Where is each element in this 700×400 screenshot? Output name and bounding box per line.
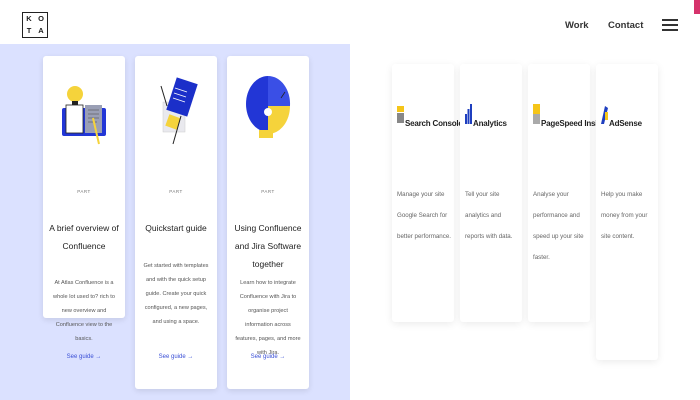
integration-description: Help you make money from your site conte… [601, 191, 648, 240]
nav-work-link[interactable]: Work [565, 20, 589, 31]
search-console-logo-icon [397, 106, 404, 123]
integration-name: AdSense [609, 119, 642, 128]
logo-letter: K [26, 14, 32, 23]
guide-description: Learn how to integrate Confluence with J… [235, 280, 301, 356]
nav-contact-link[interactable]: Contact [608, 20, 643, 31]
hamburger-menu-icon[interactable] [662, 19, 678, 31]
kota-logo[interactable]: K O T A [22, 12, 48, 38]
integration-card[interactable]: PageSpeed Insights Analyse your performa… [528, 64, 614, 322]
analytics-logo-icon [465, 104, 472, 124]
puzzle-pieces-icon [246, 75, 291, 138]
guide-title: Quickstart guide [145, 223, 207, 233]
accent-strip [694, 0, 700, 14]
integration-description: Manage your site Google Search for bette… [397, 191, 451, 240]
logo-letter: A [38, 26, 44, 35]
guide-title: Using Confluence and Jira Software toget… [234, 223, 302, 269]
pagespeed-logo-icon [533, 104, 540, 124]
integration-card[interactable]: AdSense Help you make money from your si… [596, 64, 658, 360]
see-guide-link[interactable]: See guide → [227, 354, 309, 360]
guide-kicker: PART [169, 189, 183, 194]
integration-name: Search Console [405, 119, 463, 128]
see-guide-link[interactable]: See guide → [43, 354, 125, 360]
integration-description: Analyse your performance and speed up yo… [533, 191, 584, 261]
guide-title: A brief overview of Confluence [49, 223, 119, 251]
see-guide-link[interactable]: See guide → [135, 354, 217, 360]
book-lightbulb-icon [62, 86, 106, 145]
integration-card[interactable]: Analytics Tell your site analytics and r… [460, 64, 522, 322]
guide-kicker: PART [77, 189, 91, 194]
guide-card[interactable]: PART Quickstart guide Get started with t… [135, 56, 217, 389]
integration-card[interactable]: Search Console Manage your site Google S… [392, 64, 463, 322]
guide-kicker: PART [261, 189, 275, 194]
guide-description: Get started with templates and with the … [143, 263, 209, 325]
logo-letter: T [26, 26, 32, 35]
integration-description: Tell your site analytics and reports wit… [465, 191, 513, 240]
integration-name: Analytics [473, 119, 507, 128]
guide-card[interactable]: PART Using Confluence and Jira Software … [227, 56, 309, 389]
guide-description: At Atlas Confluence is a whole lot used … [53, 280, 115, 342]
logo-letter: O [38, 14, 44, 23]
adsense-logo-icon [601, 106, 608, 124]
quickstart-documents-icon [160, 77, 198, 145]
guide-card[interactable]: PART A brief overview of Confluence At A… [43, 56, 125, 342]
